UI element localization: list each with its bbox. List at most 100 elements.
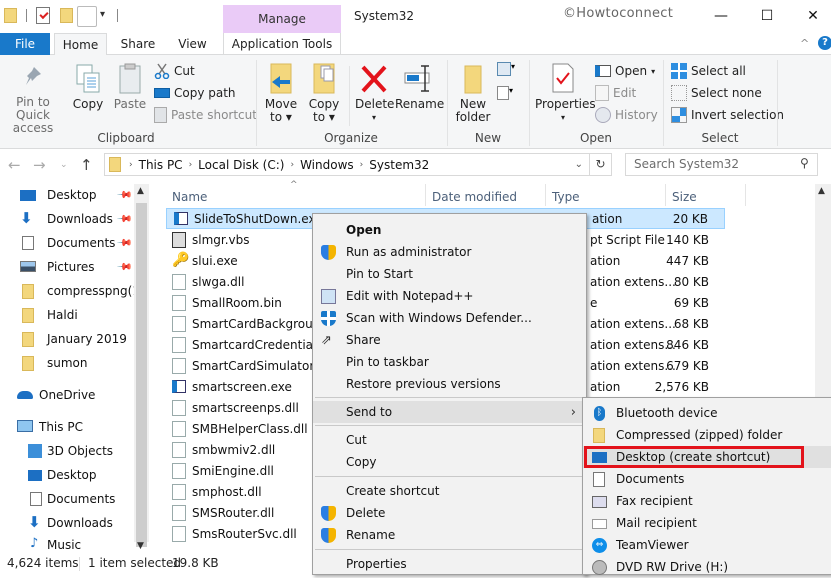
nav-item-sumon[interactable]: sumon xyxy=(0,351,140,375)
minimize-button[interactable]: — xyxy=(698,0,744,32)
pin-icon[interactable]: 📌 xyxy=(116,187,133,204)
breadcrumb-system32[interactable]: System32 xyxy=(369,158,429,172)
refresh-icon[interactable]: ↻ xyxy=(589,154,611,175)
scroll-up-icon[interactable]: ▲ xyxy=(137,186,144,196)
menu-item-create-shortcut[interactable]: Create shortcut xyxy=(313,480,586,502)
breadcrumb-this-pc[interactable]: This PC xyxy=(139,158,183,172)
new-folder-button[interactable]: New folder xyxy=(453,63,493,124)
menu-item-delete[interactable]: Delete xyxy=(313,502,586,524)
tab-view[interactable]: View xyxy=(170,33,215,55)
invert-selection-button[interactable]: Invert selection xyxy=(671,105,784,125)
open-button[interactable]: Open ▾ xyxy=(595,61,655,81)
menu-item-share[interactable]: ⇗ Share xyxy=(313,329,586,351)
menu-item-restore-previous-versions[interactable]: Restore previous versions xyxy=(313,373,586,395)
column-header-size[interactable]: Size xyxy=(672,186,697,208)
select-all-button[interactable]: Select all xyxy=(671,61,746,81)
copy-button[interactable]: Copy xyxy=(70,63,106,111)
scroll-down-icon[interactable]: ▼ xyxy=(137,541,144,551)
column-header-name[interactable]: Name xyxy=(172,186,207,208)
move-to-button[interactable]: Move to ▾ xyxy=(262,63,300,124)
send-to-compressed-folder[interactable]: Compressed (zipped) folder xyxy=(583,424,831,446)
easy-access-button[interactable]: ▾ xyxy=(497,86,519,104)
send-to-documents[interactable]: Documents xyxy=(583,468,831,490)
properties-button[interactable]: Properties ▾ xyxy=(535,63,596,124)
rename-button[interactable]: Rename xyxy=(395,63,444,111)
column-header-date-modified[interactable]: Date modified xyxy=(432,186,517,208)
pin-icon[interactable]: 📌 xyxy=(116,259,133,276)
up-arrow-icon[interactable]: ↑ xyxy=(80,156,93,174)
recent-locations-icon[interactable]: ⌄ xyxy=(60,160,68,170)
edit-button[interactable]: Edit xyxy=(595,83,636,103)
back-arrow-icon[interactable]: ← xyxy=(8,156,21,174)
nav-pane-scrollbar-thumb[interactable] xyxy=(136,203,147,547)
tab-home[interactable]: Home xyxy=(54,33,107,56)
menu-item-properties[interactable]: Properties xyxy=(313,553,586,575)
nav-item-january-2019[interactable]: January 2019 xyxy=(0,327,140,351)
breadcrumb-chevron-icon[interactable]: › xyxy=(290,160,294,170)
nav-item-this-pc[interactable]: This PC xyxy=(0,415,140,439)
column-divider[interactable] xyxy=(745,184,746,206)
tab-file[interactable]: File xyxy=(0,33,50,55)
tab-share[interactable]: Share xyxy=(113,33,163,55)
menu-item-copy[interactable]: Copy xyxy=(313,451,586,473)
scroll-up-icon[interactable]: ▲ xyxy=(818,186,825,196)
new-item-button[interactable]: ▾ xyxy=(497,62,519,80)
nav-item-3d-objects[interactable]: 3D Objects xyxy=(0,439,140,463)
paste-button[interactable]: Paste xyxy=(112,63,148,111)
menu-item-open[interactable]: Open xyxy=(313,219,586,241)
nav-item-onedrive[interactable]: OneDrive xyxy=(0,383,140,407)
breadcrumb-chevron-icon[interactable]: › xyxy=(189,160,193,170)
properties-dropdown-icon[interactable]: ▾ xyxy=(535,111,591,124)
pin-to-quick-access-button[interactable]: Pin to Quick access xyxy=(0,66,66,135)
send-to-mail-recipient[interactable]: Mail recipient xyxy=(583,512,831,534)
breadcrumb-local-disk[interactable]: Local Disk (C:) xyxy=(198,158,284,172)
nav-item-documents-pc[interactable]: Documents xyxy=(0,487,140,511)
column-header-type[interactable]: Type xyxy=(552,186,580,208)
delete-dropdown-icon[interactable]: ▾ xyxy=(355,111,393,124)
new-folder-quick-access-icon[interactable] xyxy=(60,8,73,23)
menu-item-run-as-administrator[interactable]: Run as administrator xyxy=(313,241,586,263)
delete-button[interactable]: Delete ▾ xyxy=(355,63,394,124)
copy-path-button[interactable]: Copy path xyxy=(154,83,236,103)
quick-access-blank-icon[interactable] xyxy=(77,6,97,27)
properties-quick-access-icon[interactable] xyxy=(36,7,50,24)
nav-item-pictures[interactable]: Pictures 📌 xyxy=(0,255,140,279)
menu-item-send-to[interactable]: Send to › xyxy=(313,401,586,423)
help-icon[interactable]: ? xyxy=(818,36,831,50)
nav-item-downloads-pc[interactable]: ⬇ Downloads xyxy=(0,511,140,535)
cut-button[interactable]: Cut xyxy=(154,61,195,81)
collapse-ribbon-icon[interactable]: ^ xyxy=(800,37,809,50)
breadcrumb-chevron-icon[interactable]: › xyxy=(360,160,364,170)
menu-item-pin-to-start[interactable]: Pin to Start xyxy=(313,263,586,285)
menu-item-pin-to-taskbar[interactable]: Pin to taskbar xyxy=(313,351,586,373)
paste-shortcut-button[interactable]: Paste shortcut xyxy=(154,105,257,125)
nav-item-documents[interactable]: Documents 📌 xyxy=(0,231,140,255)
pin-icon[interactable]: 📌 xyxy=(116,235,133,252)
send-to-bluetooth[interactable]: ᛒ Bluetooth device xyxy=(583,402,831,424)
nav-item-desktop-pc[interactable]: Desktop xyxy=(0,463,140,487)
menu-item-rename[interactable]: Rename xyxy=(313,524,586,546)
copy-to-button[interactable]: Copy to ▾ xyxy=(305,63,343,124)
maximize-button[interactable]: ☐ xyxy=(744,0,790,32)
address-history-dropdown-icon[interactable]: ⌄ xyxy=(575,159,589,170)
breadcrumb-windows[interactable]: Windows xyxy=(300,158,354,172)
customize-quick-access-icon[interactable]: ▾ xyxy=(100,9,105,20)
menu-item-scan-with-defender[interactable]: Scan with Windows Defender... xyxy=(313,307,586,329)
nav-item-desktop[interactable]: Desktop 📌 xyxy=(0,183,140,207)
forward-arrow-icon[interactable]: → xyxy=(33,156,46,174)
address-bar[interactable]: › This PC › Local Disk (C:) › Windows › … xyxy=(104,153,612,176)
menu-item-edit-with-notepad[interactable]: Edit with Notepad++ xyxy=(313,285,586,307)
column-divider[interactable] xyxy=(425,184,426,206)
column-divider[interactable] xyxy=(665,184,666,206)
history-button[interactable]: History xyxy=(595,105,658,125)
tab-application-tools[interactable]: Application Tools xyxy=(224,33,340,55)
search-input[interactable]: Search System32 xyxy=(625,153,818,176)
close-button[interactable]: ✕ xyxy=(790,0,831,32)
nav-item-compresspng[interactable]: compresspng(1) xyxy=(0,279,145,303)
nav-item-downloads[interactable]: ⬇ Downloads 📌 xyxy=(0,207,140,231)
nav-item-music[interactable]: ♪ Music xyxy=(0,535,140,554)
pin-icon[interactable]: 📌 xyxy=(116,211,133,228)
select-none-button[interactable]: Select none xyxy=(671,83,762,103)
send-to-teamviewer[interactable]: ⇔ TeamViewer xyxy=(583,534,831,556)
nav-item-haldi[interactable]: Haldi xyxy=(0,303,140,327)
